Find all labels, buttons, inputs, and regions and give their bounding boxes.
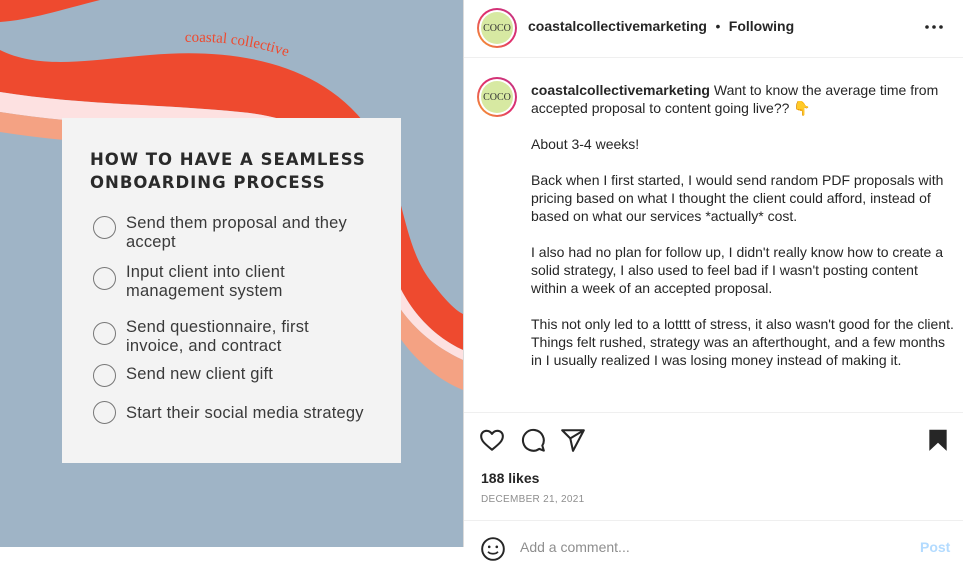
- caption-paragraph: Back when I first started, I would send …: [531, 172, 944, 224]
- avatar-label: COCO: [481, 12, 513, 44]
- caption-username[interactable]: coastalcollectivemarketing: [531, 82, 710, 98]
- checklist-line: invoice, and contract: [126, 336, 282, 355]
- checklist-line: Input client into client: [126, 263, 285, 281]
- caption: coastalcollectivemarketing Want to know …: [531, 81, 956, 387]
- checklist-item-text: Input client into client management syst…: [126, 263, 381, 300]
- checklist-item-text: Send new client gift: [126, 365, 381, 384]
- post-comment-button[interactable]: Post: [920, 539, 950, 555]
- avatar-label: COCO: [481, 81, 513, 113]
- post-header: COCO coastalcollectivemarketing • Follow…: [464, 0, 963, 58]
- caption-intro: coastalcollectivemarketing Want to know …: [531, 81, 956, 117]
- checklist-line: Send them proposal and they: [126, 214, 347, 232]
- svg-text:coastal collective: coastal collective: [185, 30, 292, 61]
- brand-arc-text: coastal collective: [185, 30, 292, 61]
- checkbox-circle-icon: [93, 401, 116, 424]
- checkbox-circle-icon: [93, 216, 116, 239]
- post-details-panel: COCO coastalcollectivemarketing • Follow…: [463, 0, 963, 561]
- profile-avatar[interactable]: COCO: [477, 8, 517, 48]
- comment-bar: Post: [464, 520, 963, 561]
- caption-paragraph: I also had no plan for follow up, I didn…: [531, 244, 944, 296]
- checklist-item-text: Start their social media strategy: [126, 404, 381, 423]
- share-icon[interactable]: [560, 427, 586, 453]
- bookmark-icon[interactable]: [925, 427, 951, 453]
- emoji-icon[interactable]: [480, 536, 506, 562]
- checklist-line: Start their social media strategy: [126, 404, 364, 422]
- checklist-item-text: Send questionnaire, first invoice, and c…: [126, 318, 381, 355]
- caption-paragraph: This not only led to a lotttt of stress,…: [531, 316, 954, 368]
- card-title-line-2: ONBOARDING PROCESS: [90, 173, 326, 192]
- card-title-line-1: HOW TO HAVE A SEAMLESS: [90, 150, 366, 169]
- checklist-line: Send questionnaire, first: [126, 318, 309, 336]
- checklist-line: management system: [126, 281, 283, 300]
- more-horizontal-icon[interactable]: [924, 19, 944, 35]
- separator-dot: •: [715, 18, 721, 34]
- likes-count[interactable]: 188 likes: [481, 470, 539, 486]
- comment-icon[interactable]: [520, 427, 546, 453]
- checklist-line: Send new client gift: [126, 365, 274, 383]
- checkbox-circle-icon: [93, 267, 116, 290]
- following-button[interactable]: Following: [729, 18, 794, 34]
- heart-icon[interactable]: [479, 427, 505, 453]
- checkbox-circle-icon: [93, 364, 116, 387]
- checklist-line: accept: [126, 232, 176, 251]
- card-title: HOW TO HAVE A SEAMLESS ONBOARDING PROCES…: [90, 148, 380, 194]
- checklist-card: HOW TO HAVE A SEAMLESS ONBOARDING PROCES…: [62, 118, 401, 463]
- caption-avatar[interactable]: COCO: [477, 77, 517, 117]
- caption-paragraph: About 3-4 weeks!: [531, 136, 640, 152]
- post-date: DECEMBER 21, 2021: [481, 494, 585, 505]
- post-actions: 188 likes DECEMBER 21, 2021: [464, 412, 963, 521]
- checkbox-circle-icon: [93, 322, 116, 345]
- header-username[interactable]: coastalcollectivemarketing: [528, 18, 707, 34]
- checklist-item-text: Send them proposal and they accept: [126, 214, 381, 251]
- comment-input[interactable]: [520, 539, 900, 555]
- post-image[interactable]: coastal collective HOW TO HAVE A SEAMLES…: [0, 0, 463, 547]
